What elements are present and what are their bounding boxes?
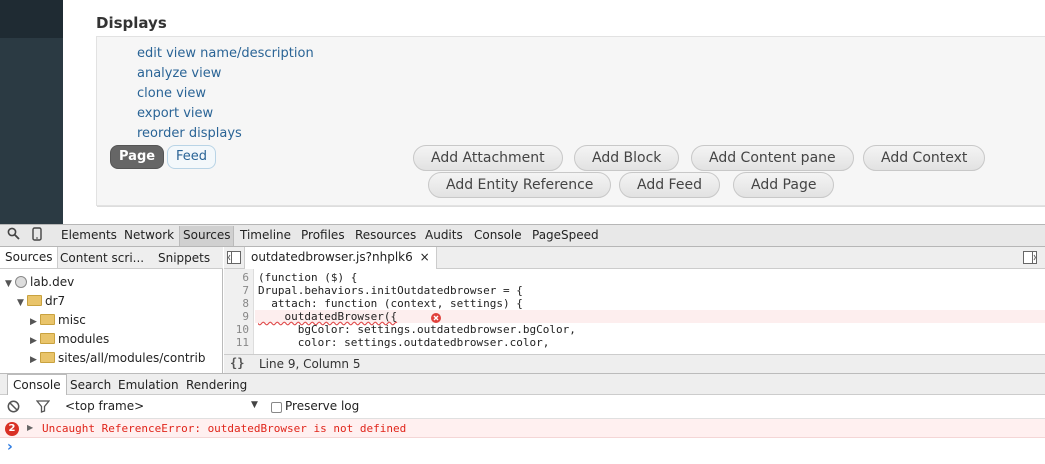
tree-item-sites-all-modules-contrib[interactable]: ▶ sites/all/modules/contrib [30, 349, 205, 367]
line-number: 11 [235, 336, 249, 349]
pretty-print-button[interactable]: {} [230, 356, 244, 370]
console-drawer: Console Search Emulation Rendering <top … [0, 373, 1045, 464]
add-entity-reference-button[interactable]: Add Entity Reference [428, 172, 612, 198]
devtools: Elements Network Sources Timeline Profil… [0, 224, 1045, 464]
add-feed-button[interactable]: Add Feed [619, 172, 720, 198]
frame-selector[interactable]: <top frame> [65, 399, 144, 413]
tab-profiles[interactable]: Profiles [301, 228, 345, 242]
tree-item-misc[interactable]: ▶ misc [30, 311, 86, 329]
expand-arrow-icon[interactable]: ▶ [27, 423, 33, 432]
drawer-tab-emulation[interactable]: Emulation [118, 378, 179, 392]
folder-icon [40, 314, 55, 325]
filter-icon[interactable] [35, 400, 51, 416]
editor-statusbar: {} Line 9, Column 5 [224, 354, 1045, 373]
add-attachment-button[interactable]: Add Attachment [413, 145, 563, 171]
code-line[interactable]: Drupal.behaviors.initOutdatedbrowser = { [258, 284, 523, 297]
line-number: 9 [242, 310, 249, 323]
close-tab-icon[interactable]: × [420, 250, 430, 264]
export-view-link[interactable]: export view [137, 106, 213, 121]
line-number: 6 [242, 271, 249, 284]
displays-heading: Displays [96, 14, 167, 32]
line-number: 8 [242, 297, 249, 310]
tab-pagespeed[interactable]: PageSpeed [532, 228, 599, 242]
file-tabbar: outdatedbrowser.js?nhplk6 × [224, 247, 1045, 269]
reorder-displays-link[interactable]: reorder displays [137, 126, 242, 141]
drawer-tab-search[interactable]: Search [70, 378, 111, 392]
clone-view-link[interactable]: clone view [137, 86, 206, 101]
drupal-page: Displays edit view name/description anal… [0, 0, 1045, 224]
tab-console[interactable]: Console [474, 228, 522, 242]
folder-icon [40, 352, 55, 363]
collapsed-arrow-icon: ▶ [30, 336, 37, 346]
device-mode-icon[interactable] [32, 227, 42, 245]
console-prompt-icon[interactable]: › [7, 439, 13, 455]
console-toolbar: <top frame> ▼ Preserve log [0, 395, 1045, 419]
tree-item-modules[interactable]: ▶ modules [30, 330, 109, 348]
display-tab-feed[interactable]: Feed [167, 145, 217, 169]
tab-sources[interactable]: Sources [179, 226, 235, 246]
error-count-badge: 2 [5, 422, 19, 436]
tree-item-lab-dev[interactable]: ▼ lab.dev [5, 273, 74, 291]
subtab-snippets[interactable]: Snippets [158, 251, 210, 265]
preserve-log-checkbox[interactable] [271, 402, 282, 413]
line-number: 7 [242, 284, 249, 297]
code-line[interactable]: (function ($) { [258, 271, 357, 284]
add-page-button[interactable]: Add Page [733, 172, 835, 198]
collapsed-arrow-icon: ▶ [30, 355, 37, 365]
expanded-arrow-icon: ▼ [17, 298, 24, 308]
globe-icon [15, 276, 27, 288]
folder-icon [27, 295, 42, 306]
tab-network[interactable]: Network [124, 228, 174, 242]
navigator-tabs: Sources Content scri... Snippets [0, 247, 223, 269]
add-block-button[interactable]: Add Block [574, 145, 680, 171]
sources-navigator: Sources Content scri... Snippets ▼ lab.de… [0, 247, 223, 373]
tab-resources[interactable]: Resources [355, 228, 416, 242]
inspect-search-icon[interactable] [7, 227, 20, 244]
file-tab-outdatedbrowser[interactable]: outdatedbrowser.js?nhplk6 × [244, 247, 437, 269]
drawer-tab-rendering[interactable]: Rendering [186, 378, 247, 392]
sidebar-top [0, 0, 63, 38]
code-line[interactable]: color: settings.outdatedbrowser.color, [258, 336, 550, 349]
drawer-tab-console[interactable]: Console [7, 374, 67, 395]
tree-item-dr7[interactable]: ▼ dr7 [17, 292, 65, 310]
displays-panel: edit view name/description analyze view … [96, 36, 1045, 207]
tab-timeline[interactable]: Timeline [240, 228, 291, 242]
subtab-content-scripts[interactable]: Content scri... [60, 251, 144, 265]
clear-console-icon[interactable] [7, 400, 20, 416]
analyze-view-link[interactable]: analyze view [137, 66, 221, 81]
source-editor: outdatedbrowser.js?nhplk6 × 6 7 8 9 10 1… [224, 247, 1045, 373]
toggle-navigator-icon[interactable] [227, 251, 241, 268]
dropdown-arrow-icon[interactable]: ▼ [251, 400, 258, 410]
cursor-position: Line 9, Column 5 [259, 357, 361, 371]
drawer-tabs: Console Search Emulation Rendering [0, 373, 1045, 395]
code-line[interactable]: attach: function (context, settings) { [258, 297, 523, 310]
edit-view-link[interactable]: edit view name/description [137, 46, 314, 61]
subtab-sources[interactable]: Sources [0, 247, 59, 268]
preserve-log-label: Preserve log [285, 399, 360, 413]
code-line-error[interactable]: outdatedBrowser({ [258, 310, 397, 323]
display-tab-page[interactable]: Page [110, 145, 165, 169]
left-sidebar [0, 0, 63, 224]
tab-audits[interactable]: Audits [425, 228, 463, 242]
collapsed-arrow-icon: ▶ [30, 317, 37, 327]
line-number: 10 [235, 323, 249, 336]
add-context-button[interactable]: Add Context [863, 145, 986, 171]
line-gutter: 6 7 8 9 10 11 [224, 269, 254, 354]
devtools-tabbar: Elements Network Sources Timeline Profil… [0, 224, 1045, 247]
tab-elements[interactable]: Elements [61, 228, 117, 242]
panel-divider [97, 206, 1045, 207]
code-line[interactable]: bgColor: settings.outdatedbrowser.bgColo… [258, 323, 576, 336]
folder-icon [40, 333, 55, 344]
error-message: Uncaught ReferenceError: outdatedBrowser… [42, 422, 407, 435]
expanded-arrow-icon: ▼ [5, 279, 12, 289]
toggle-debugger-icon[interactable] [1023, 251, 1037, 268]
add-content-pane-button[interactable]: Add Content pane [691, 145, 854, 171]
console-error-row[interactable]: 2 ▶ Uncaught ReferenceError: outdatedBro… [0, 419, 1045, 438]
